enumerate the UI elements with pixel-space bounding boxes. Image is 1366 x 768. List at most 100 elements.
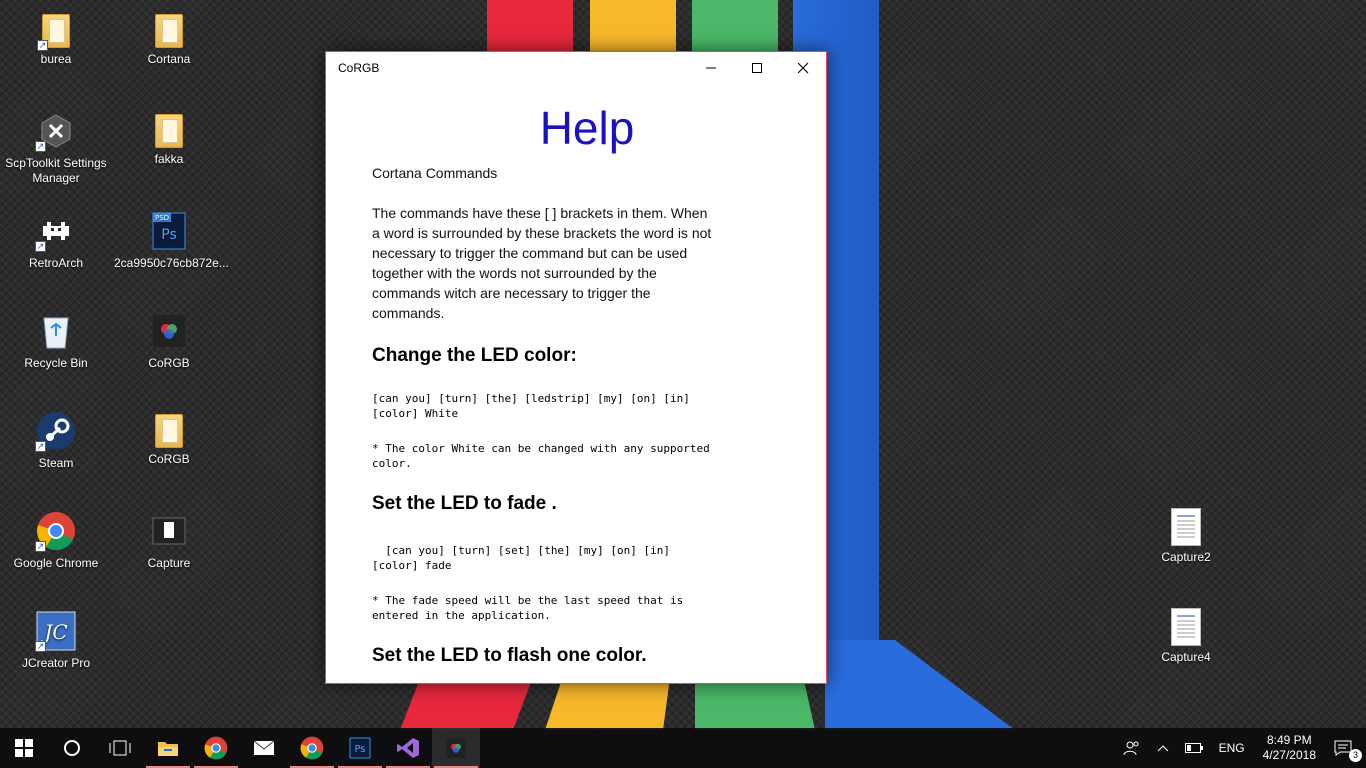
desktop-icon-label: CoRGB [148,452,190,466]
desktop-icon-burea[interactable]: ↗ burea [1,10,111,67]
chrome-icon [204,736,228,760]
desktop-icon-label: Capture2 [1161,550,1211,564]
section-heading-fade: Set the LED to fade . [372,493,557,514]
desktop-icon-label: Capture4 [1161,650,1211,664]
taskbar-chrome-1[interactable] [192,728,240,768]
desktop-icon-label: Recycle Bin [24,356,88,370]
taskbar-corgb[interactable] [432,728,480,768]
desktop-icon-label: JCreator Pro [21,656,91,670]
desktop-icon-cortana[interactable]: Cortana [114,10,224,67]
svg-text:Ps: Ps [161,227,177,243]
chevron-up-icon [1157,745,1168,752]
photoshop-file-icon: Ps PSD [148,210,190,252]
cortana-circle-icon [64,740,80,756]
image-file-icon [148,510,190,552]
taskbar-chrome-2[interactable] [288,728,336,768]
desktop-icon-label: Cortana [147,52,191,66]
taskbar-file-explorer[interactable] [144,728,192,768]
folder-icon [155,414,183,448]
note-fade: * The fade speed will be the last speed … [372,594,690,622]
desktop-icon-recycle-bin[interactable]: Recycle Bin [1,310,111,371]
command-change-color: [can you] [turn] [the] [ledstrip] [my] [… [372,392,697,420]
chrome-icon: ↗ [35,510,77,552]
taskbar-mail[interactable] [240,728,288,768]
desktop-icon-capture4[interactable]: Capture4 [1131,608,1241,665]
desktop-icon-jcreator[interactable]: JC ↗ JCreator Pro [1,610,111,671]
document-thumbnail-icon [1171,508,1201,546]
battery-icon [1184,743,1203,753]
clock-time: 8:49 PM [1266,733,1312,747]
people-button[interactable] [1115,728,1149,768]
desktop-icon-capture2[interactable]: Capture2 [1131,508,1241,565]
desktop-icon-scptoolkit[interactable]: ↗ ScpToolkit Settings Manager [1,110,111,186]
desktop-icon-steam[interactable]: ↗ Steam [1,410,111,471]
task-view-icon [109,740,131,756]
battery-button[interactable] [1177,728,1211,768]
window-title: CoRGB [338,60,380,75]
minimize-button[interactable] [688,52,734,83]
clock[interactable]: 8:49 PM 4/27/2018 [1253,733,1326,763]
notification-count-badge: 3 [1349,749,1362,762]
steam-icon: ↗ [35,410,77,452]
action-center-button[interactable]: 3 [1326,728,1366,768]
document-thumbnail-icon [1171,608,1201,646]
photoshop-icon: Ps [349,737,371,759]
cortana-search-button[interactable] [48,728,96,768]
help-content[interactable]: Help Cortana Commands The commands have … [326,83,826,683]
desktop-icon-label: burea [40,52,72,66]
command-fade: [can you] [turn] [set] [the] [my] [on] [… [372,544,677,572]
desktop-icon-psd-file[interactable]: Ps PSD 2ca9950c76cb872e... [114,210,229,271]
desktop-icon-label: fakka [154,152,184,166]
section-heading-change-color: Change the LED color: [372,345,577,366]
jcreator-icon: JC ↗ [35,610,77,652]
start-button[interactable] [0,728,48,768]
close-icon [797,62,809,73]
minimize-icon [706,67,716,68]
tools-icon: ↗ [35,110,77,152]
task-view-button[interactable] [96,728,144,768]
desktop-icon-corgb-app[interactable]: CoRGB [114,310,224,371]
svg-text:Ps: Ps [354,744,365,755]
help-heading: Help [539,102,635,154]
taskbar-photoshop[interactable]: Ps [336,728,384,768]
desktop-icon-corgb-folder[interactable]: CoRGB [114,410,224,467]
system-tray: ENG 8:49 PM 4/27/2018 3 [1115,728,1366,768]
corgb-app-icon [148,310,190,352]
window-titlebar[interactable]: CoRGB [326,52,826,83]
desktop-icon-label: Steam [38,456,74,470]
folder-icon [155,114,183,148]
file-explorer-icon [158,742,178,756]
corgb-app-icon [446,738,466,758]
desktop-icon-capture[interactable]: Capture [114,510,224,571]
people-icon [1123,741,1139,756]
note-change-color: * The color White can be changed with an… [372,442,717,470]
desktop-icon-label: ScpToolkit Settings Manager [5,156,107,185]
maximize-icon [752,62,762,73]
windows-logo-icon [15,739,33,757]
desktop-icon-label: CoRGB [148,356,190,370]
close-button[interactable] [780,52,826,83]
show-hidden-icons-button[interactable] [1149,728,1177,768]
desktop-icon-fakka[interactable]: fakka [114,110,224,167]
taskbar-visual-studio[interactable] [384,728,432,768]
desktop-icon-label: Google Chrome [13,556,99,570]
folder-icon [155,14,183,48]
help-subtitle: Cortana Commands [372,165,498,181]
taskbar: Ps ENG 8:49 PM 4/27/2018 3 [0,728,1366,768]
help-intro-text: The commands have these [ ] brackets in … [372,205,712,321]
language-indicator[interactable]: ENG [1211,728,1253,768]
desktop-icon-retroarch[interactable]: ↗ RetroArch [1,210,111,271]
desktop-icon-label: 2ca9950c76cb872e... [114,256,229,270]
clock-date: 4/27/2018 [1262,748,1316,762]
recycle-bin-icon [35,310,77,352]
svg-text:PSD: PSD [155,214,169,222]
maximize-button[interactable] [734,52,780,83]
desktop-icon-label: Capture [147,556,191,570]
section-heading-flash: Set the LED to flash one color. [372,645,647,666]
folder-icon: ↗ [37,14,70,51]
desktop-icon-google-chrome[interactable]: ↗ Google Chrome [1,510,111,571]
mail-icon [253,740,275,755]
corgb-window: CoRGB Help Cortana Commands The commands… [325,51,827,684]
desktop-icon-label: RetroArch [28,256,84,270]
chrome-icon [300,736,324,760]
